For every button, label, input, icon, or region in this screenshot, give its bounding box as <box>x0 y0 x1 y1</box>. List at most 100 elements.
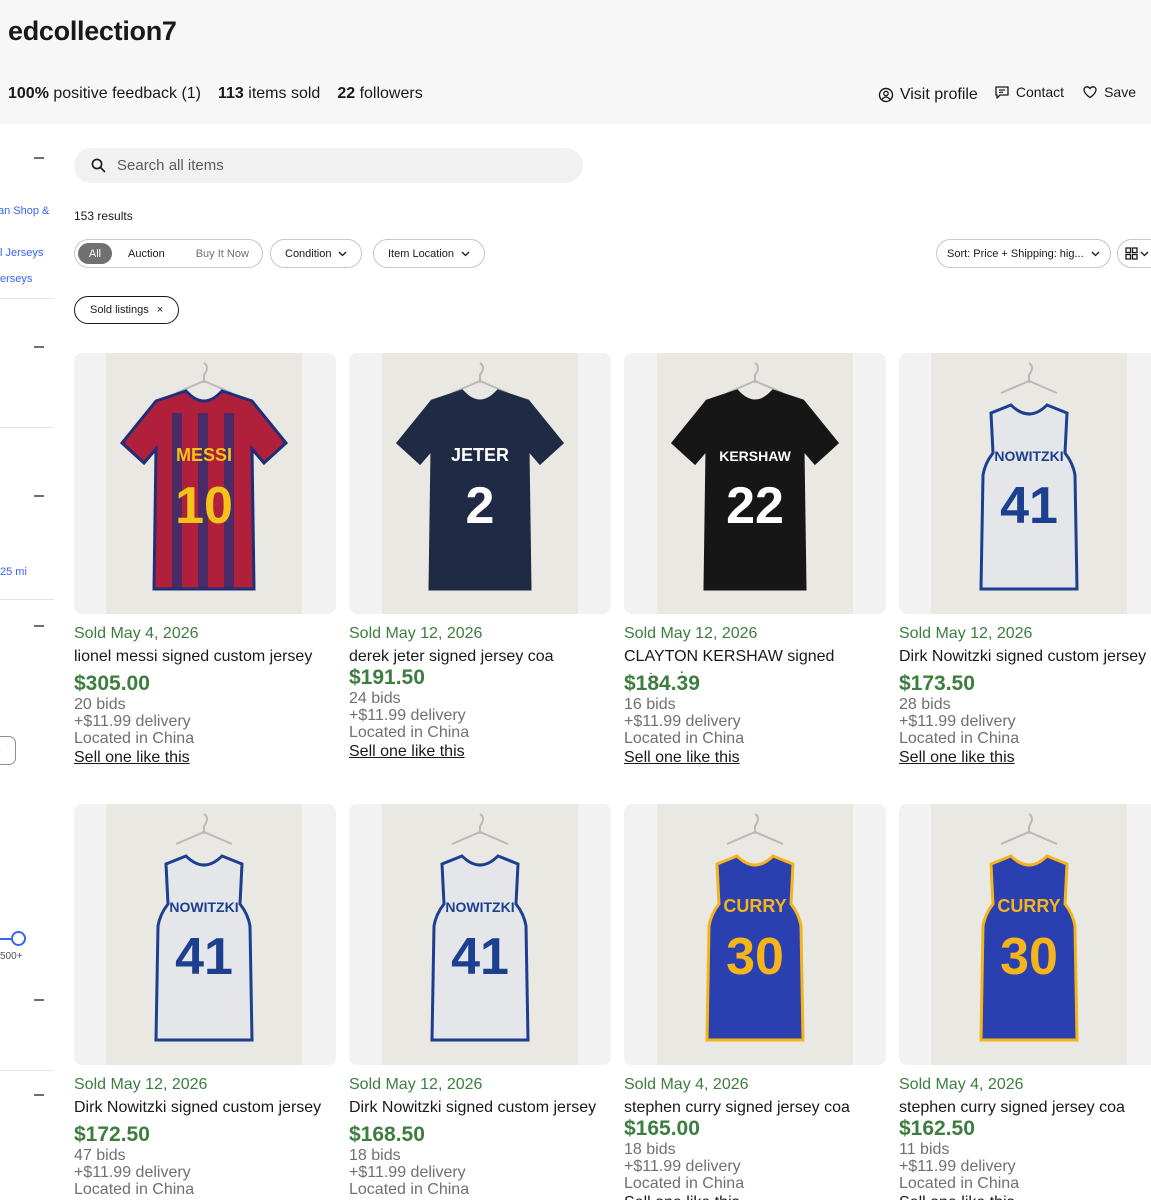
listing-title[interactable]: lionel messi signed custom jersey coa <box>74 646 336 674</box>
active-filter-label: Sold listings <box>90 304 149 316</box>
bid-count: 16 bids <box>624 696 676 713</box>
chevron-right-icon: › <box>0 745 1 757</box>
listing-photo[interactable]: NOWITZKI 41 <box>899 353 1151 614</box>
listing-details: Sold May 12, 2026 Dirk Nowitzki signed cu… <box>74 1076 336 1200</box>
category-link[interactable]: erseys <box>0 273 32 285</box>
bid-count: 20 bids <box>74 696 126 713</box>
price-submit-button[interactable]: › <box>0 736 16 765</box>
listing-card[interactable]: NOWITZKI 41 Sold May 12, 2026 Dirk Nowitzki… <box>349 804 611 1198</box>
store-header: edcollection7 100% positive feedback (1)… <box>0 0 1151 124</box>
svg-text:30: 30 <box>726 928 784 986</box>
visit-profile-button[interactable]: Visit profile <box>878 86 978 104</box>
listing-card[interactable]: NOWITZKI 41 Sold May 12, 2026 Dirk Nowitzki… <box>74 804 336 1198</box>
price-max-label: 500+ <box>0 951 23 962</box>
listing-title[interactable]: Dirk Nowitzki signed custom jersey coa <box>349 1097 611 1125</box>
store-name: edcollection7 <box>8 16 177 46</box>
category-link[interactable]: an Shop & <box>0 205 49 217</box>
svg-text:41: 41 <box>175 928 233 986</box>
price-slider-handle[interactable] <box>11 931 26 946</box>
jersey-image: NOWITZKI 41 <box>154 813 254 1042</box>
listing-title[interactable]: CLAYTON KERSHAW signed custom jersey coa <box>624 646 886 674</box>
profile-icon <box>878 87 894 103</box>
filter-sidebar: an Shop & l Jerseys erseys 25 mi › 500+ <box>0 124 60 1200</box>
listing-title[interactable]: derek jeter signed jersey coa <box>349 646 611 668</box>
grid-icon <box>1125 247 1138 260</box>
item-location-dropdown[interactable]: Item Location <box>373 239 486 268</box>
sold-date: Sold May 4, 2026 <box>899 1076 1024 1093</box>
view-toggle-button[interactable] <box>1117 239 1151 268</box>
followers-stat: 22 followers <box>337 85 423 102</box>
sell-one-like-this-link[interactable]: Sell one like this <box>899 1193 1151 1200</box>
bid-count: 18 bids <box>349 1147 401 1164</box>
listing-title[interactable]: Dirk Nowitzki signed custom jersey coa <box>899 646 1151 674</box>
divider <box>0 427 54 428</box>
listing-card[interactable]: MESSI 10 Sold May 4, 2026 lionel messi sign… <box>74 353 336 766</box>
listing-card[interactable]: CURRY 30 Sold May 4, 2026 stephen curry sig… <box>624 804 886 1200</box>
sold-date: Sold May 12, 2026 <box>899 625 1033 642</box>
listing-photo[interactable]: KERSHAW 22 <box>624 353 886 614</box>
photo-backdrop: NOWITZKI 41 <box>931 353 1127 614</box>
listing-photo[interactable]: CURRY 30 <box>899 804 1151 1065</box>
divider <box>0 1070 54 1071</box>
collapse-icon[interactable] <box>34 1094 44 1096</box>
filter-auction-button[interactable]: Auction <box>128 248 165 260</box>
contact-button[interactable]: Contact <box>994 84 1064 100</box>
filter-all-button[interactable]: All <box>78 243 112 264</box>
svg-text:2: 2 <box>466 477 495 535</box>
search-input[interactable] <box>117 157 537 174</box>
sell-one-like-this-link[interactable]: Sell one like this <box>349 742 611 761</box>
save-button[interactable]: Save <box>1082 84 1136 100</box>
bid-count: 24 bids <box>349 690 401 707</box>
message-icon <box>995 86 1009 99</box>
category-link[interactable]: l Jerseys <box>0 247 43 259</box>
collapse-icon[interactable] <box>34 157 44 159</box>
listing-price: $173.50 <box>899 672 975 695</box>
listing-title[interactable]: stephen curry signed jersey coa <box>899 1097 1151 1119</box>
listing-photo[interactable]: JETER 2 <box>349 353 611 614</box>
sold-date: Sold May 12, 2026 <box>74 1076 208 1093</box>
svg-text:CURRY: CURRY <box>723 896 786 916</box>
listing-card[interactable]: CURRY 30 Sold May 4, 2026 stephen curry sig… <box>899 804 1151 1200</box>
svg-text:MESSI: MESSI <box>176 445 232 465</box>
search-bar[interactable] <box>74 148 583 183</box>
sold-date: Sold May 4, 2026 <box>74 625 199 642</box>
listing-photo[interactable]: CURRY 30 <box>624 804 886 1065</box>
listing-photo[interactable]: NOWITZKI 41 <box>74 804 336 1065</box>
photo-backdrop: NOWITZKI 41 <box>106 804 302 1065</box>
collapse-icon[interactable] <box>34 495 44 497</box>
contact-label: Contact <box>1015 84 1065 100</box>
listing-photo[interactable]: MESSI 10 <box>74 353 336 614</box>
listing-price: $191.50 <box>349 666 425 689</box>
sold-date: Sold May 12, 2026 <box>624 625 758 642</box>
svg-text:41: 41 <box>451 928 509 986</box>
collapse-icon[interactable] <box>34 625 44 627</box>
listing-title[interactable]: Dirk Nowitzki signed custom jersey coa <box>74 1097 336 1125</box>
collapse-icon[interactable] <box>34 346 44 348</box>
items-sold-stat: 113 items sold <box>218 85 321 102</box>
collapse-icon[interactable] <box>34 999 44 1001</box>
sell-one-like-this-link[interactable]: Sell one like this <box>624 1193 886 1200</box>
listing-card[interactable]: KERSHAW 22 Sold May 12, 2026 CLAYTON KERSHA… <box>624 353 886 766</box>
listing-card[interactable]: JETER 2 Sold May 12, 2026 derek jeter signe… <box>349 353 611 760</box>
filter-buy-it-now-button[interactable]: Buy It Now <box>196 248 249 260</box>
svg-text:KERSHAW: KERSHAW <box>719 448 791 464</box>
close-icon[interactable]: × <box>157 304 163 316</box>
sort-label: Sort: Price + Shipping: hig... <box>947 247 1084 260</box>
sold-date: Sold May 12, 2026 <box>349 625 483 642</box>
listing-title[interactable]: stephen curry signed jersey coa <box>624 1097 886 1119</box>
photo-backdrop: JETER 2 <box>382 353 578 614</box>
listing-card[interactable]: NOWITZKI 41 Sold May 12, 2026 Dirk Nowitzki… <box>899 353 1151 766</box>
delivery-cost: +$11.99 delivery <box>899 1158 1016 1175</box>
delivery-cost: +$11.99 delivery <box>74 713 191 730</box>
condition-dropdown[interactable]: Condition <box>270 239 363 268</box>
sell-one-like-this-link[interactable]: Sell one like this <box>74 748 336 767</box>
listing-details: Sold May 12, 2026 Dirk Nowitzki signed cu… <box>899 625 1151 767</box>
distance-link[interactable]: 25 mi <box>0 566 27 578</box>
listing-photo[interactable]: NOWITZKI 41 <box>349 804 611 1065</box>
active-filter-chip[interactable]: Sold listings × <box>74 296 180 324</box>
sort-dropdown[interactable]: Sort: Price + Shipping: hig... <box>936 239 1111 268</box>
sell-one-like-this-link[interactable]: Sell one like this <box>624 748 886 767</box>
sell-one-like-this-link[interactable]: Sell one like this <box>899 748 1151 767</box>
photo-backdrop: CURRY 30 <box>931 804 1127 1065</box>
results-count: 153 results <box>74 209 133 223</box>
